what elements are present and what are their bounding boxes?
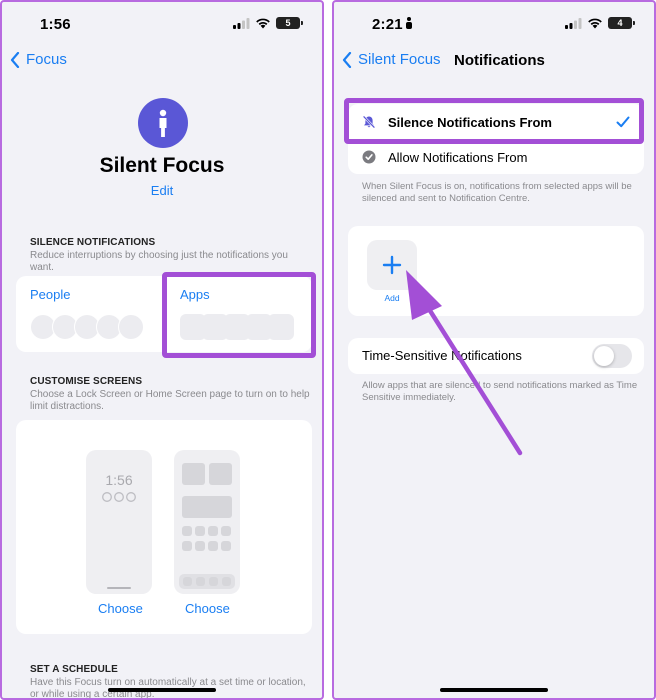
focus-title: Silent Focus — [99, 154, 225, 177]
customise-screens-description: Choose a Lock Screen or Home Screen page… — [30, 389, 310, 412]
customise-screens-heading: CUSTOMISE SCREENS — [30, 376, 143, 387]
app-icon-block — [208, 541, 218, 551]
chevron-left-icon — [10, 51, 20, 68]
signal-icon — [233, 17, 250, 29]
back-label: Focus — [26, 51, 67, 68]
widget-circles-icon — [102, 492, 136, 502]
dock-icon — [196, 577, 205, 586]
dock-icon — [222, 577, 231, 586]
home-screen-preview[interactable] — [174, 450, 240, 594]
dock-icon — [209, 577, 218, 586]
back-button[interactable]: Focus — [10, 51, 67, 68]
app-icon-block — [195, 526, 205, 536]
screens-card: 1:56 Choose Choose — [16, 420, 312, 634]
person-icon — [159, 109, 167, 137]
app-icon-block — [182, 526, 192, 536]
home-indicator — [108, 688, 216, 692]
choose-home-screen-button[interactable]: Choose — [185, 601, 230, 616]
notifications-screen: 2:21 4 Silent Focus Notifications Silenc… — [332, 0, 656, 700]
app-icon-block — [221, 541, 231, 551]
widget-block — [182, 496, 232, 518]
app-icon-block — [182, 541, 192, 551]
battery-icon: 5 — [276, 17, 303, 29]
choose-lock-screen-button[interactable]: Choose — [98, 601, 143, 616]
set-schedule-heading: SET A SCHEDULE — [30, 664, 118, 675]
app-icon-block — [208, 526, 218, 536]
edit-link[interactable]: Edit — [2, 183, 322, 198]
status-time: 1:56 — [40, 16, 71, 33]
focus-settings-screen: 1:56 5 Focus Silent Focus Edit SILENCE N… — [0, 0, 324, 700]
people-label[interactable]: People — [30, 287, 70, 302]
people-avatar — [118, 314, 144, 340]
dock-icon — [183, 577, 192, 586]
home-indicator — [440, 688, 548, 692]
lock-screen-preview[interactable]: 1:56 — [86, 450, 152, 594]
widget-block — [209, 463, 232, 485]
apps-highlight-box — [162, 272, 316, 358]
widget-block — [182, 463, 205, 485]
status-bar: 1:56 5 — [2, 14, 322, 36]
wifi-icon — [256, 18, 270, 29]
lock-home-indicator — [107, 587, 131, 589]
dock — [179, 574, 235, 589]
silence-notifications-heading: SILENCE NOTIFICATIONS — [30, 237, 156, 248]
app-icon-block — [195, 541, 205, 551]
lock-preview-time: 1:56 — [105, 472, 133, 488]
arrow-annotation — [406, 270, 523, 456]
focus-icon — [138, 98, 188, 148]
app-icon-block — [221, 526, 231, 536]
silence-notifications-description: Reduce interruptions by choosing just th… — [30, 250, 288, 273]
